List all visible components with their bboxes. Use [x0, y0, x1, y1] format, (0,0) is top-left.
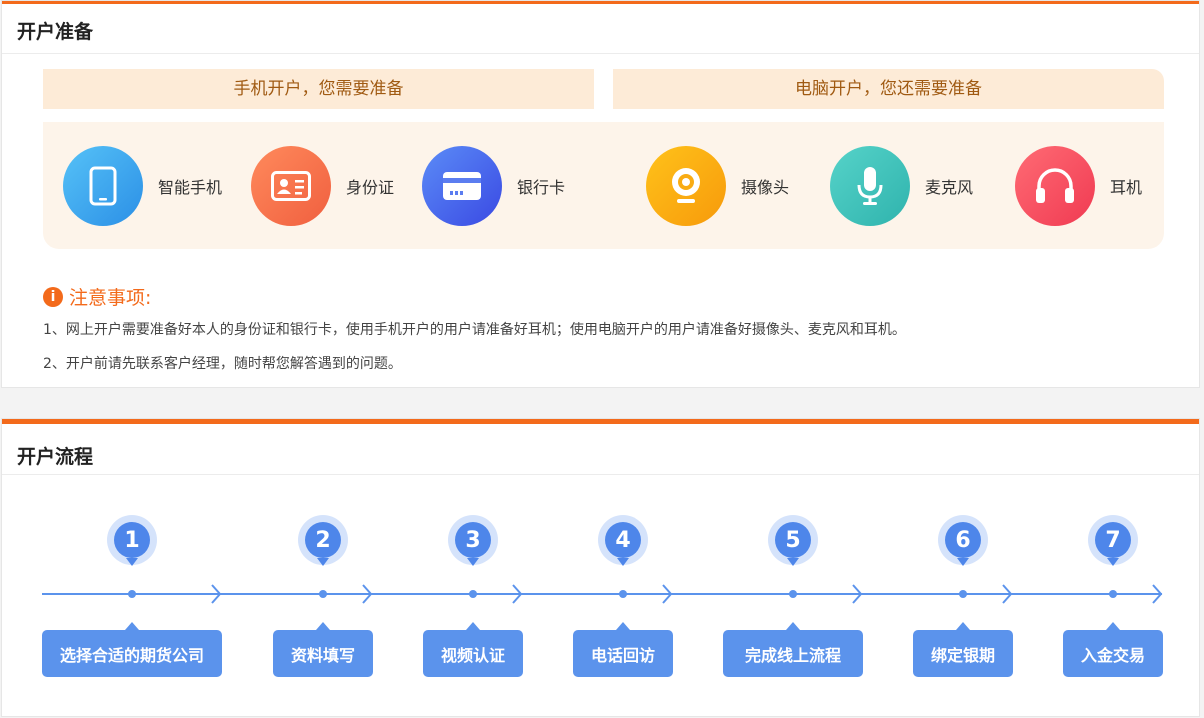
step-number-text: 3 — [455, 522, 491, 558]
item-label: 摄像头 — [741, 178, 790, 197]
account-prep-panel: 开户准备 手机开户，您需要准备 电脑开户，您还需要准备 智能手机 身份证 银行卡 — [1, 0, 1200, 388]
microphone-icon — [830, 146, 910, 226]
info-icon: i — [43, 286, 63, 307]
prep-item-microphone: 麦克风 — [830, 146, 973, 226]
step-pointer — [467, 558, 479, 566]
timeline-dot — [789, 590, 797, 598]
notice-line-2: 2、开户前请先联系客户经理，随时帮您解答遇到的问题。 — [43, 356, 402, 372]
prep-item-webcam: 摄像头 — [646, 146, 789, 226]
step-number-text: 5 — [775, 522, 811, 558]
step-pointer — [126, 558, 138, 566]
pc-banner: 电脑开户，您还需要准备 — [613, 69, 1164, 109]
id-card-icon — [251, 146, 331, 226]
step-label-5: 完成线上流程 — [723, 622, 863, 677]
step-pointer — [787, 558, 799, 566]
step-number-5: 5 — [768, 515, 818, 566]
timeline-dot — [469, 590, 477, 598]
item-label: 银行卡 — [517, 178, 566, 197]
step-label-2: 资料填写 — [273, 622, 373, 677]
step-label-7: 入金交易 — [1063, 622, 1163, 677]
step-number-text: 1 — [114, 522, 150, 558]
prep-title: 开户准备 — [17, 21, 94, 43]
step-number-2: 2 — [298, 515, 348, 566]
step-number-3: 3 — [448, 515, 498, 566]
prep-item-smartphone: 智能手机 — [63, 146, 222, 226]
step-number-6: 6 — [938, 515, 988, 566]
notice-title-text: 注意事项: — [69, 287, 152, 309]
step-number-1: 1 — [107, 515, 157, 566]
panel-header: 开户准备 — [2, 4, 1199, 54]
notice-title: i 注意事项: — [43, 283, 151, 310]
prep-item-bank-card: 银行卡 — [422, 146, 565, 226]
step-number-text: 7 — [1095, 522, 1131, 558]
prep-items: 智能手机 身份证 银行卡 摄像头 麦克风 耳机 — [43, 122, 1164, 249]
item-label: 智能手机 — [158, 178, 223, 197]
bank-card-icon — [422, 146, 502, 226]
item-label: 身份证 — [346, 178, 395, 197]
step-label-3: 视频认证 — [423, 622, 523, 677]
step-number-text: 4 — [605, 522, 641, 558]
step-number-text: 6 — [945, 522, 981, 558]
timeline-dot — [619, 590, 627, 598]
item-label: 耳机 — [1110, 178, 1143, 197]
webcam-icon — [646, 146, 726, 226]
prep-item-headphones: 耳机 — [1015, 146, 1142, 226]
step-pointer — [1107, 558, 1119, 566]
headphones-icon — [1015, 146, 1095, 226]
prep-item-id-card: 身份证 — [251, 146, 394, 226]
step-label-1: 选择合适的期货公司 — [42, 622, 222, 677]
notice-line-1: 1、网上开户需要准备好本人的身份证和银行卡，使用手机开户的用户请准备好耳机；使用… — [43, 322, 906, 338]
step-pointer — [617, 558, 629, 566]
timeline-dot — [319, 590, 327, 598]
step-number-4: 4 — [598, 515, 648, 566]
step-pointer — [957, 558, 969, 566]
step-number-7: 7 — [1088, 515, 1138, 566]
mobile-banner: 手机开户，您需要准备 — [43, 69, 594, 109]
step-label-6: 绑定银期 — [913, 622, 1013, 677]
step-number-text: 2 — [305, 522, 341, 558]
step-pointer — [317, 558, 329, 566]
timeline-dot — [959, 590, 967, 598]
account-flow-panel: 开户流程 1234567 选择合适的期货公司 资料填写 视频认证 电话回访 完成… — [1, 418, 1200, 717]
timeline-dot — [1109, 590, 1117, 598]
timeline-dot — [128, 590, 136, 598]
step-label-4: 电话回访 — [573, 622, 673, 677]
smartphone-icon — [63, 146, 143, 226]
item-label: 麦克风 — [925, 178, 974, 197]
